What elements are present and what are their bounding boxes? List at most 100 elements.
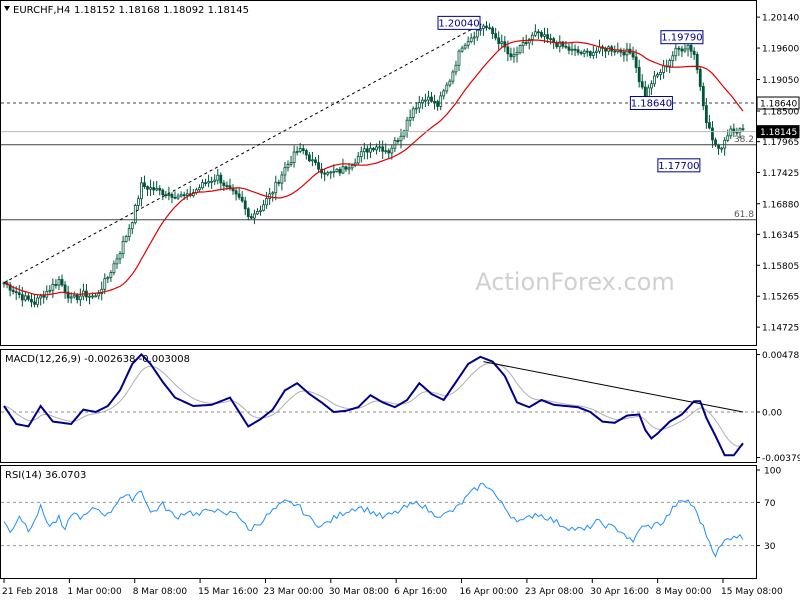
candle-body [399, 135, 403, 142]
candle-body [494, 33, 498, 39]
price-axis-label: 1.17965 [762, 138, 799, 148]
rsi-panel [0, 465, 757, 579]
candle-body [579, 51, 583, 54]
candle-body [723, 139, 727, 149]
candle-body [588, 51, 592, 56]
candle-body [54, 284, 58, 286]
candle-body [649, 83, 653, 89]
candle-body [417, 102, 421, 109]
candle-body [231, 188, 235, 192]
candle-body [262, 204, 265, 211]
candle-body [430, 96, 433, 102]
rsi-axis-label: 100 [764, 467, 781, 477]
candle-body [729, 128, 733, 137]
time-axis-label: 6 Apr 16:00 [394, 587, 447, 597]
candle-body [167, 193, 171, 196]
candle-body [265, 198, 269, 206]
candle-body [439, 95, 443, 107]
candle-body [405, 119, 409, 132]
candle-body [60, 279, 64, 286]
candle-body [359, 151, 363, 157]
candle-body [259, 209, 262, 212]
candle-body [225, 185, 229, 187]
candle-body [72, 294, 76, 298]
candle-body [466, 41, 470, 46]
candle-body [246, 208, 250, 217]
candle-body [714, 139, 717, 146]
candle-body [11, 289, 15, 293]
candle-body [595, 50, 598, 53]
candle-body [390, 147, 394, 154]
candle-body [381, 146, 385, 152]
price-annotation-label: 1.17700 [658, 161, 699, 172]
candle-body [311, 159, 314, 162]
candle-body [179, 194, 183, 197]
candle-body [356, 156, 360, 164]
price-axis-label: 1.19050 [762, 76, 799, 86]
price-annotation-label: 1.18640 [631, 99, 672, 110]
candle-body [136, 198, 140, 206]
price-axis-label: 1.20140 [762, 14, 799, 24]
candle-body [653, 75, 656, 85]
candle-body [396, 140, 400, 142]
candle-body [436, 101, 440, 107]
candle-body [256, 211, 259, 215]
candle-body [317, 162, 320, 170]
candle-body [509, 53, 513, 58]
ohlc-readout: 1.18152 1.18168 1.18092 1.18145 [74, 5, 249, 16]
candle-body [243, 200, 247, 210]
candle-body [350, 165, 354, 169]
candle-body [488, 27, 491, 30]
fib-level-label: 61.8 [734, 210, 754, 220]
candle-body [91, 295, 94, 298]
candle-body [680, 48, 684, 52]
candle-body [198, 187, 201, 191]
candle-body [277, 181, 281, 184]
candle-body [30, 298, 33, 303]
macd-axis-label: 0.00 [762, 409, 782, 419]
candle-body [677, 47, 681, 50]
time-axis-label: 15 May 08:00 [721, 587, 783, 597]
candle-body [549, 38, 553, 40]
candle-body [146, 186, 149, 190]
candle-body [249, 216, 253, 219]
candle-body [659, 71, 662, 75]
candle-body [711, 127, 714, 141]
candle-body [112, 263, 116, 273]
candle-body [457, 50, 461, 66]
candle-body [109, 272, 113, 278]
candle-body [298, 148, 302, 152]
candle-body [332, 171, 336, 173]
macd-axis-label: -0.003795 [762, 454, 800, 464]
candle-body [69, 296, 73, 299]
candle-body [173, 196, 177, 199]
candle-body [424, 99, 427, 102]
candle-body [445, 84, 449, 92]
candle-body [372, 147, 375, 151]
candle-body [442, 90, 446, 97]
candle-body [500, 41, 504, 44]
macd-axis-label: 0.004788 [762, 351, 800, 361]
price-tag-label: 1.18145 [760, 128, 797, 138]
candle-body [301, 148, 305, 151]
candle-body [329, 171, 333, 174]
candle-body [564, 45, 568, 48]
candle-body [692, 50, 696, 55]
candle-body [362, 148, 366, 153]
price-axis-label: 1.19600 [762, 45, 799, 55]
time-axis-label: 8 May 00:00 [656, 587, 712, 597]
candle-body [185, 193, 189, 196]
candle-body [234, 190, 238, 195]
price-axis-label: 1.15805 [762, 262, 799, 272]
candle-body [158, 188, 162, 191]
chart-window: ActionForex.com 1.18640 1.18145 38.2 61.8 1.… [0, 0, 800, 597]
candle-body [170, 193, 174, 198]
time-axis-label: 1 Mar 00:00 [67, 587, 122, 597]
candle-body [222, 182, 226, 186]
candle-body [585, 50, 589, 53]
candle-body [106, 277, 110, 280]
candle-body [115, 258, 119, 265]
price-axis-label: 1.18500 [762, 108, 799, 118]
candle-body [207, 181, 210, 184]
watermark: ActionForex.com [475, 268, 675, 296]
